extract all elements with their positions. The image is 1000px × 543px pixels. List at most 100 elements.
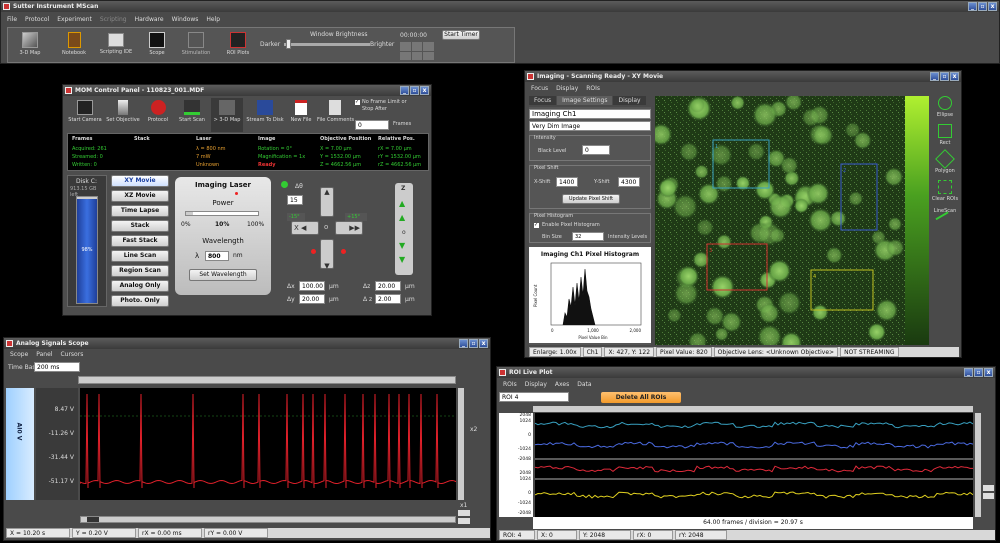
roi-clear-button[interactable]: Clear ROIs bbox=[932, 180, 958, 202]
imaging-menu-focus[interactable]: Focus bbox=[531, 84, 548, 93]
stream-to-disk-button[interactable]: Stream To Disk bbox=[245, 98, 285, 132]
menu-hardware[interactable]: Hardware bbox=[135, 15, 164, 24]
roiplot-menu-axes[interactable]: Axes bbox=[555, 380, 569, 389]
scope-top-scrollbar[interactable] bbox=[78, 376, 456, 384]
set-wavelength-button[interactable]: Set Wavelength bbox=[189, 269, 257, 281]
channel-select[interactable]: Imaging Ch1 bbox=[529, 109, 651, 119]
new-file-button[interactable]: New File bbox=[287, 98, 315, 132]
black-level-input[interactable]: 0 bbox=[582, 145, 610, 155]
xy-down-button[interactable]: ▼ bbox=[320, 239, 334, 270]
protocol-button[interactable]: Protocol bbox=[143, 98, 173, 132]
lut-select[interactable]: Very Dim Image bbox=[529, 121, 651, 131]
roiplot-zoom-out-button[interactable] bbox=[983, 493, 994, 499]
roi-select[interactable]: ROI 4 bbox=[499, 392, 569, 402]
start-camera-button[interactable]: Start Camera bbox=[67, 98, 103, 132]
xshift-input[interactable]: 1400 bbox=[556, 177, 578, 187]
start-scan-button[interactable]: Start Scan bbox=[175, 98, 209, 132]
tab-focus[interactable]: Focus bbox=[529, 96, 557, 105]
mode-time-lapse[interactable]: Time Lapse bbox=[111, 205, 169, 217]
z-up-fast-icon[interactable]: ▲ bbox=[399, 199, 405, 208]
enable-histogram-checkbox[interactable]: ✓ bbox=[534, 223, 539, 228]
to-3d-map-button[interactable]: > 3-D Map bbox=[211, 98, 243, 132]
imaging-menu-rois[interactable]: ROIs bbox=[586, 84, 600, 93]
update-pixel-shift-button[interactable]: Update Pixel Shift bbox=[562, 194, 620, 204]
dz-input[interactable]: 20.00 bbox=[375, 281, 401, 291]
microscope-image[interactable]: 1 2 3 4 bbox=[655, 96, 905, 345]
z-down-icon[interactable]: ▼ bbox=[399, 241, 405, 250]
z-down-fast-icon[interactable]: ▼ bbox=[399, 255, 405, 264]
scope-zoom-in-button[interactable] bbox=[458, 510, 470, 516]
scope-menu-cursors[interactable]: Cursors bbox=[60, 350, 83, 359]
scope-trace-plot[interactable] bbox=[80, 388, 456, 500]
time-base-select[interactable]: 200 ms bbox=[34, 362, 80, 372]
scope-scroll-thumb[interactable] bbox=[87, 517, 99, 522]
imaging-minimize-button[interactable]: _ bbox=[930, 72, 939, 81]
roi-linescan-button[interactable]: LineScan bbox=[934, 208, 956, 231]
frames-input[interactable]: 0 bbox=[355, 120, 389, 130]
toolbar-3d-map-button[interactable]: 3-D Map bbox=[10, 30, 50, 62]
roiplot-minimize-button[interactable]: _ bbox=[964, 368, 973, 377]
roi-rect-button[interactable]: Rect bbox=[938, 124, 952, 146]
roiplot-vertical-scrollbar[interactable] bbox=[975, 413, 981, 517]
wavelength-input[interactable]: 800 bbox=[205, 251, 229, 261]
roiplot-zoom-in-button[interactable] bbox=[983, 485, 994, 491]
tab-display[interactable]: Display bbox=[613, 96, 646, 105]
mom-maximize-button[interactable]: ▫ bbox=[410, 86, 419, 95]
roi-polygon-button[interactable]: Polygon bbox=[935, 149, 955, 174]
roiplot-close-button[interactable]: x bbox=[984, 368, 993, 377]
mode-stack[interactable]: Stack bbox=[111, 220, 169, 232]
mom-minimize-button[interactable]: _ bbox=[400, 86, 409, 95]
power-slider[interactable] bbox=[185, 211, 259, 216]
start-timer-button[interactable]: Start Timer bbox=[442, 30, 480, 40]
roiplot-menu-display[interactable]: Display bbox=[525, 380, 547, 389]
dz2-input[interactable]: 2.00 bbox=[375, 294, 401, 304]
menu-file[interactable]: File bbox=[7, 15, 17, 24]
scope-menu-panel[interactable]: Panel bbox=[36, 350, 52, 359]
xy-left-button[interactable]: X ◀ bbox=[291, 221, 319, 235]
toolbar-scripting-button[interactable]: Scripting IDE bbox=[96, 30, 136, 62]
roiplot-maximize-button[interactable]: ▫ bbox=[974, 368, 983, 377]
minimize-button[interactable]: _ bbox=[968, 2, 977, 11]
roi-ellipse-button[interactable]: Ellipse bbox=[937, 96, 953, 118]
roi-traces-plot[interactable] bbox=[535, 413, 973, 517]
dx-input[interactable]: 100.00 bbox=[299, 281, 325, 291]
z-up-icon[interactable]: ▲ bbox=[399, 213, 405, 222]
tab-image-settings[interactable]: Image Settings bbox=[557, 96, 613, 105]
bin-size-select[interactable]: 32 bbox=[572, 232, 604, 241]
no-frame-limit-checkbox[interactable]: ✓ bbox=[355, 100, 360, 105]
roiplot-top-scrollbar[interactable] bbox=[533, 406, 973, 412]
brightness-slider-thumb[interactable] bbox=[286, 39, 291, 49]
scope-maximize-button[interactable]: ▫ bbox=[469, 339, 478, 348]
close-button[interactable]: x bbox=[988, 2, 997, 11]
roiplot-menu-data[interactable]: Data bbox=[577, 380, 591, 389]
mode-xz-movie[interactable]: XZ Movie bbox=[111, 190, 169, 202]
mode-line-scan[interactable]: Line Scan bbox=[111, 250, 169, 262]
roiplot-menu-rois[interactable]: ROIs bbox=[503, 380, 517, 389]
menu-experiment[interactable]: Experiment bbox=[57, 15, 92, 24]
restore-button[interactable]: ▫ bbox=[978, 2, 987, 11]
xy-right-button[interactable]: ▶▶ bbox=[335, 221, 363, 235]
mom-close-button[interactable]: x bbox=[420, 86, 429, 95]
menu-protocol[interactable]: Protocol bbox=[25, 15, 49, 24]
dy-input[interactable]: 20.00 bbox=[299, 294, 325, 304]
mode-fast-stack[interactable]: Fast Stack bbox=[111, 235, 169, 247]
mode-photo-only[interactable]: Photo. Only bbox=[111, 295, 169, 307]
imaging-close-button[interactable]: x bbox=[950, 72, 959, 81]
scope-close-button[interactable]: x bbox=[479, 339, 488, 348]
toolbar-stimulation-button[interactable]: Stimulation bbox=[176, 30, 216, 62]
scope-minimize-button[interactable]: _ bbox=[459, 339, 468, 348]
scope-bottom-scrollbar[interactable] bbox=[80, 516, 456, 523]
menu-help[interactable]: Help bbox=[206, 15, 220, 24]
toolbar-scope-button[interactable]: Scope bbox=[140, 30, 174, 62]
menu-scripting[interactable]: Scripting bbox=[100, 15, 127, 24]
xy-up-button[interactable]: ▲ bbox=[320, 187, 334, 217]
scope-vertical-scrollbar[interactable] bbox=[458, 388, 464, 500]
file-comments-button[interactable]: File Comments bbox=[317, 98, 354, 132]
imaging-maximize-button[interactable]: ▫ bbox=[940, 72, 949, 81]
scope-menu-scope[interactable]: Scope bbox=[10, 350, 28, 359]
scope-zoom-out-button[interactable] bbox=[458, 518, 470, 524]
yshift-input[interactable]: 4300 bbox=[618, 177, 640, 187]
mode-xy-movie[interactable]: XY Movie bbox=[111, 175, 169, 187]
set-objective-button[interactable]: Set Objective bbox=[105, 98, 141, 132]
imaging-menu-display[interactable]: Display bbox=[556, 84, 578, 93]
